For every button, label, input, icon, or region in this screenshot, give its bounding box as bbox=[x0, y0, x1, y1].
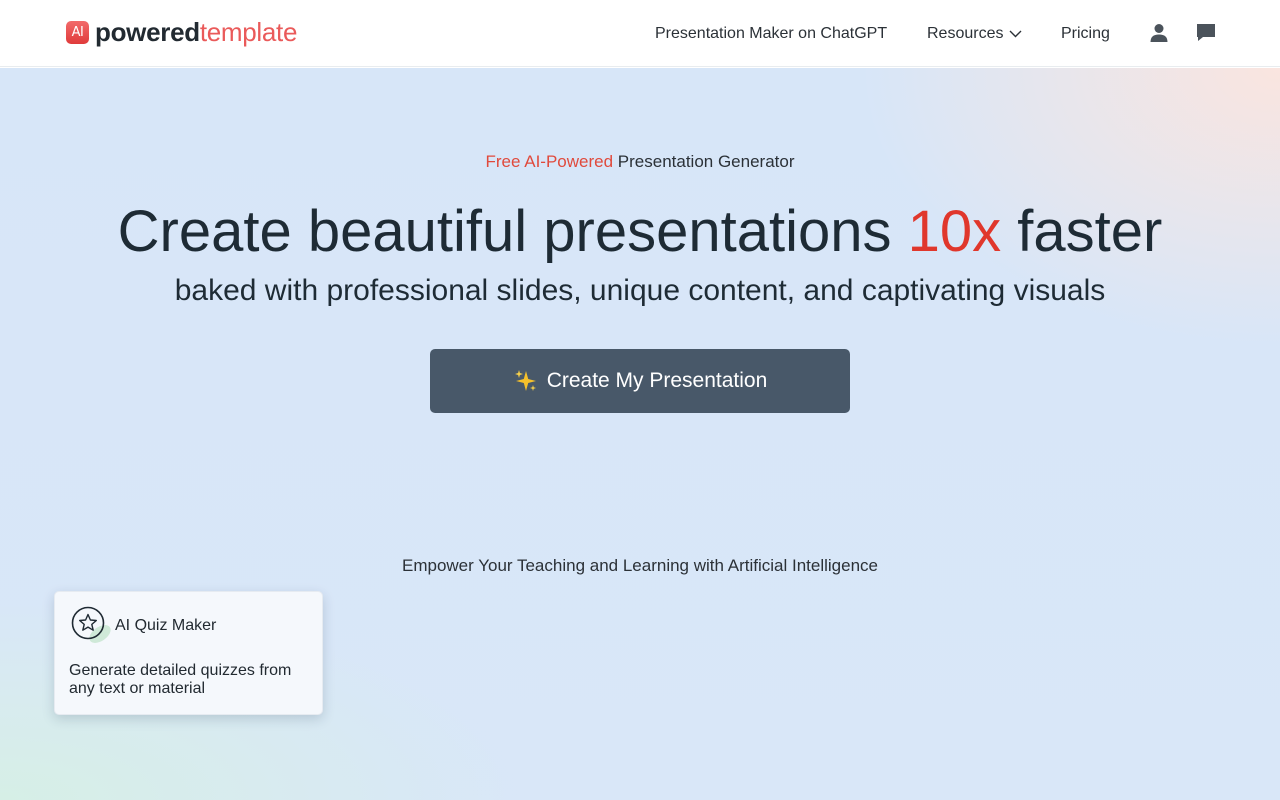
card-title: AI Quiz Maker bbox=[115, 617, 217, 634]
eyebrow-accent: Free AI-Powered bbox=[485, 152, 614, 171]
logo-badge: AI bbox=[66, 20, 89, 44]
nav-resources[interactable]: Resources bbox=[927, 24, 1022, 44]
site-header: AI poweredtemplate Presentation Maker on… bbox=[0, 0, 1280, 67]
create-presentation-label: Create My Presentation bbox=[546, 369, 768, 392]
card-description: Generate detailed quizzes from any text … bbox=[69, 662, 292, 697]
headline-end: faster bbox=[1001, 199, 1163, 264]
logo-wordmark-bold: powered bbox=[95, 17, 200, 47]
headline-accent: 10x bbox=[907, 199, 1002, 264]
nav-resources-label: Resources bbox=[927, 25, 1004, 42]
headline-start: Create beautiful presentations bbox=[117, 199, 908, 264]
chat-icon[interactable] bbox=[1195, 22, 1217, 44]
hero-eyebrow: Free AI-Powered Presentation Generator bbox=[0, 152, 1280, 172]
user-icon[interactable] bbox=[1148, 22, 1170, 44]
empower-tagline: Empower Your Teaching and Learning with … bbox=[402, 556, 878, 575]
logo[interactable]: AI poweredtemplate bbox=[66, 17, 297, 47]
chevron-down-icon bbox=[1009, 30, 1022, 38]
hero-subheadline: baked with professional slides, unique c… bbox=[174, 274, 1106, 307]
create-presentation-button[interactable]: Create My Presentation bbox=[430, 349, 850, 413]
nav-presentation-maker-chatgpt[interactable]: Presentation Maker on ChatGPT bbox=[655, 24, 887, 44]
eyebrow-rest: Presentation Generator bbox=[617, 152, 795, 171]
nav-pricing[interactable]: Pricing bbox=[1061, 24, 1110, 44]
logo-wordmark-light: template bbox=[199, 17, 298, 47]
ai-quiz-maker-card[interactable]: AI Quiz Maker Generate detailed quizzes … bbox=[54, 591, 323, 715]
logo-wordmark: poweredtemplate bbox=[95, 17, 297, 47]
hero-headline: Create beautiful presentations 10x faste… bbox=[0, 196, 1280, 268]
star-badge-icon bbox=[71, 606, 111, 643]
sparkles-icon bbox=[513, 368, 539, 394]
hero-section: Free AI-Powered Presentation Generator C… bbox=[0, 68, 1280, 800]
